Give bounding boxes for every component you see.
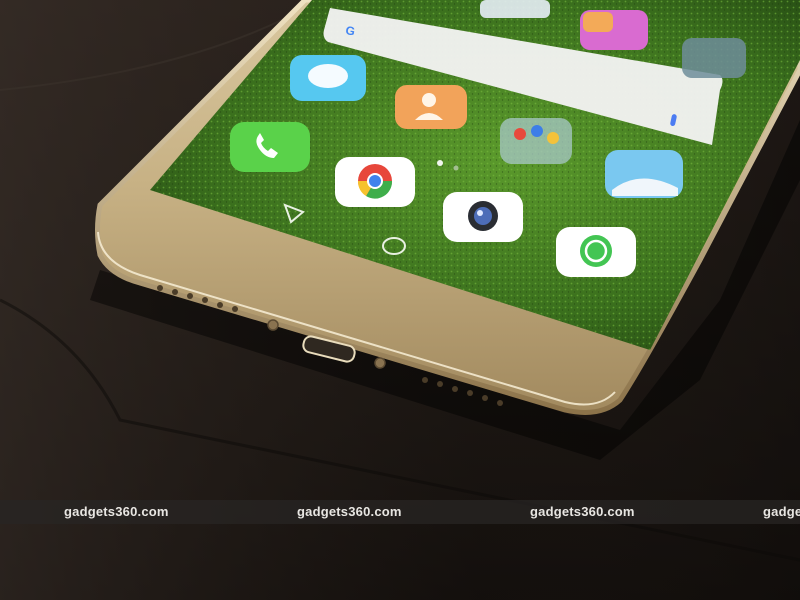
top-app-icon[interactable]	[480, 0, 550, 18]
contacts-head	[422, 93, 436, 107]
phone-icon	[230, 122, 310, 172]
watermark-2: gadgets360.com	[297, 504, 402, 519]
app-chrome[interactable]	[335, 157, 415, 207]
left-screw	[267, 319, 279, 331]
camera-lens-glint	[477, 210, 483, 216]
messaging-bubble	[308, 64, 348, 88]
right-screw	[374, 357, 386, 369]
watermark-1: gadgets360.com	[64, 504, 169, 519]
app-messaging[interactable]	[290, 55, 366, 101]
themes-icon-accent	[583, 12, 613, 32]
app-camera[interactable]	[443, 192, 523, 242]
app-contacts[interactable]	[395, 85, 467, 129]
folder-dot-blue	[531, 125, 543, 137]
page-indicator-dot[interactable]	[453, 165, 459, 171]
folder-dot-red	[514, 128, 526, 140]
app-whatsapp[interactable]	[556, 227, 636, 277]
app-gallery[interactable]	[605, 150, 683, 198]
chrome-center	[369, 175, 381, 187]
app-google-folder[interactable]	[500, 118, 572, 164]
watermark-3: gadgets360.com	[530, 504, 635, 519]
top-right-folder-icon[interactable]	[682, 38, 746, 78]
app-phone[interactable]	[230, 122, 310, 172]
watermark-4: gadgets360.com	[763, 504, 800, 519]
google-folder-icon	[500, 118, 572, 164]
photo-scene: G gadgets360.com gadgets360.com gadgets3…	[0, 0, 800, 600]
camera-lens-inner	[474, 207, 492, 225]
contacts-icon	[395, 85, 467, 129]
page-indicator-dot-active[interactable]	[437, 160, 443, 166]
folder-dot-yellow	[547, 132, 559, 144]
